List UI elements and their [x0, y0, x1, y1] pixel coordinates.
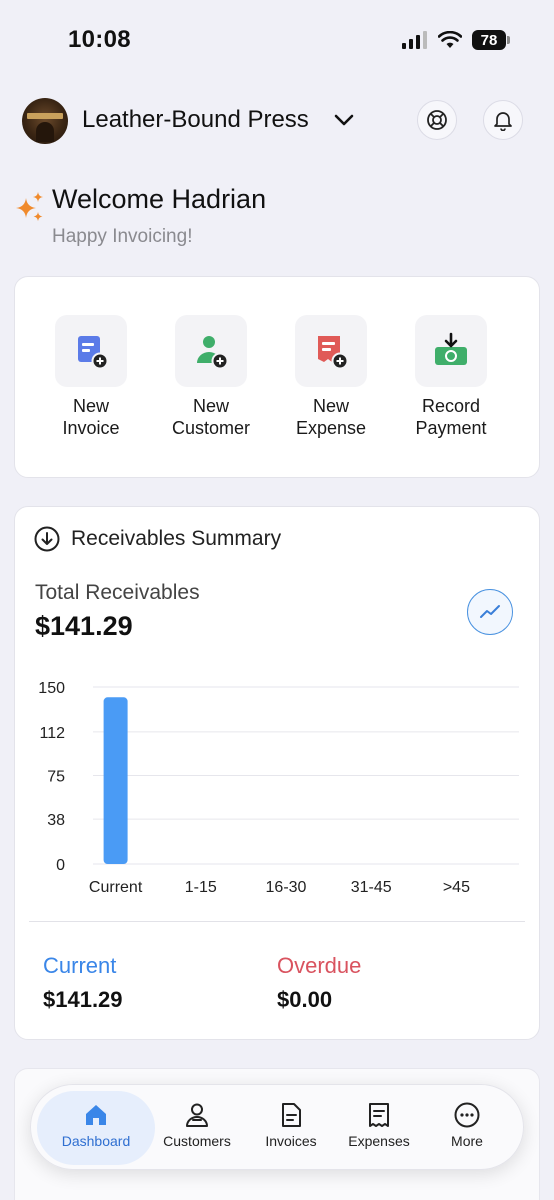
chevron-down-icon[interactable]	[332, 108, 356, 132]
welcome-title: Welcome Hadrian	[52, 184, 267, 214]
bottom-tab-bar: Dashboard Customers Invoices Expenses Mo…	[30, 1084, 524, 1170]
tab-customers[interactable]: Customers	[147, 1091, 247, 1165]
y-tick-label: 75	[47, 769, 65, 786]
help-button[interactable]	[417, 100, 457, 140]
lifebuoy-icon	[427, 110, 447, 130]
tab-customers-label: Customers	[163, 1133, 231, 1149]
tab-expenses[interactable]: Expenses	[329, 1091, 429, 1165]
battery-indicator: 78	[472, 30, 510, 50]
home-icon	[86, 1105, 106, 1125]
payment-record-icon	[415, 315, 487, 387]
wifi-icon	[438, 31, 462, 48]
more-icon	[454, 1102, 480, 1128]
x-tick-label: 31-45	[351, 879, 392, 896]
y-tick-label: 38	[47, 812, 65, 829]
new-invoice-button[interactable]: New Invoice	[31, 315, 151, 439]
record-payment-button[interactable]: Record Payment	[391, 315, 511, 439]
trend-button[interactable]	[467, 589, 513, 635]
overdue-value: $0.00	[277, 987, 333, 1012]
tab-invoices-label: Invoices	[265, 1133, 317, 1149]
x-tick-label: Current	[89, 879, 143, 896]
receivables-summary-card: Receivables Summary Total Receivables $1…	[14, 506, 540, 1040]
tab-dashboard[interactable]: Dashboard	[37, 1091, 155, 1165]
quick-actions-card: New Invoice New Customer New Expense Rec…	[14, 276, 540, 478]
y-tick-label: 150	[38, 680, 65, 697]
document-icon	[282, 1103, 301, 1127]
tab-more[interactable]: More	[417, 1091, 517, 1165]
status-bar: 10:08 78	[0, 0, 554, 80]
receipt-icon	[369, 1103, 389, 1127]
new-invoice-label: New Invoice	[62, 396, 120, 438]
y-tick-label: 112	[39, 725, 65, 742]
tab-expenses-label: Expenses	[348, 1133, 410, 1149]
divider	[29, 921, 525, 922]
signal-icon	[402, 31, 427, 49]
welcome-subtitle: Happy Invoicing!	[52, 226, 193, 247]
receivables-chart: 150 112 75 38 0 Current 1-15 16-30 31-45 >45	[38, 680, 519, 896]
notifications-button[interactable]	[483, 100, 523, 140]
customer-add-icon	[175, 315, 247, 387]
overdue-label: Overdue	[277, 953, 362, 978]
trend-line-icon	[480, 605, 500, 618]
person-icon	[186, 1103, 208, 1127]
tab-dashboard-label: Dashboard	[61, 1133, 131, 1149]
welcome-section: Welcome Hadrian Happy Invoicing!	[14, 182, 534, 252]
expense-add-icon	[295, 315, 367, 387]
y-tick-label: 0	[56, 857, 65, 874]
current-label: Current	[43, 953, 117, 978]
new-customer-label: New Customer	[171, 396, 251, 438]
download-circle-icon	[34, 526, 60, 552]
bar-current[interactable]	[103, 697, 128, 864]
new-customer-button[interactable]: New Customer	[151, 315, 271, 439]
bell-icon	[494, 112, 512, 131]
org-avatar[interactable]	[22, 98, 68, 144]
x-tick-label: 16-30	[266, 879, 307, 896]
receivables-title: Receivables Summary	[71, 527, 282, 550]
sparkle-icon	[16, 192, 43, 221]
total-receivables-value: $141.29	[35, 611, 133, 641]
x-tick-label: 1-15	[185, 879, 217, 896]
current-value: $141.29	[43, 987, 123, 1012]
new-expense-label: New Expense	[295, 396, 367, 438]
status-time: 10:08	[68, 26, 131, 53]
org-name[interactable]: Leather-Bound Press	[82, 106, 309, 134]
invoice-add-icon	[55, 315, 127, 387]
header: Leather-Bound Press	[0, 96, 554, 144]
tab-more-label: More	[451, 1133, 483, 1149]
new-expense-button[interactable]: New Expense	[271, 315, 391, 439]
record-payment-label: Record Payment	[415, 396, 487, 438]
x-tick-label: >45	[443, 879, 470, 896]
tab-invoices[interactable]: Invoices	[241, 1091, 341, 1165]
total-receivables-label: Total Receivables	[35, 581, 200, 604]
